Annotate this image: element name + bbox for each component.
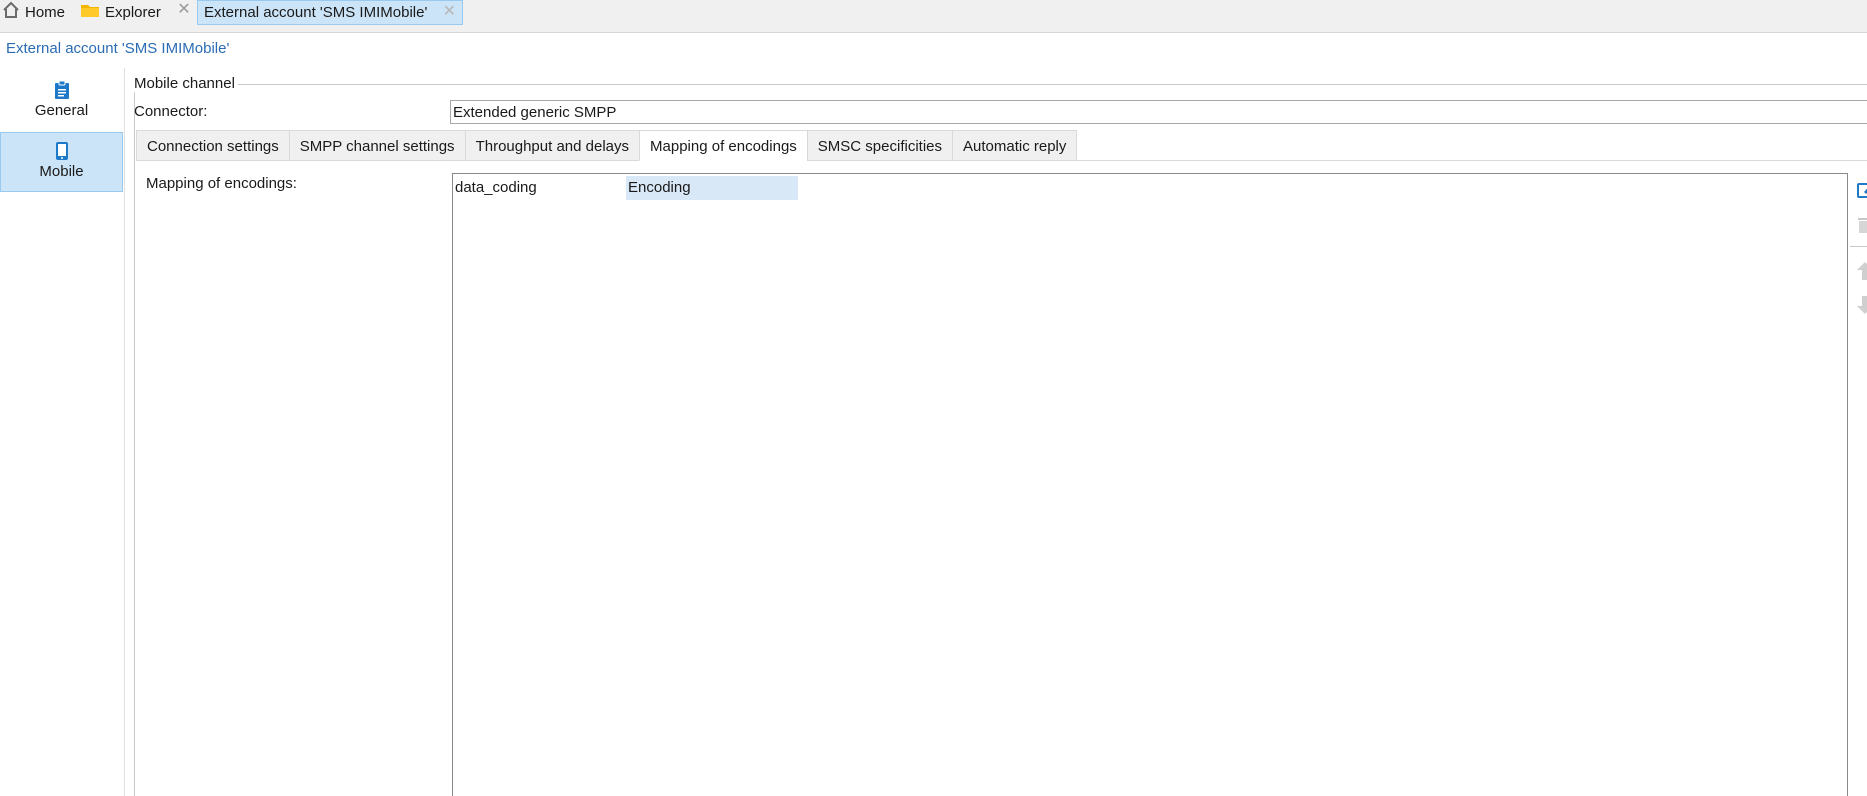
- tab-throughput-and-delays[interactable]: Throughput and delays: [464, 130, 640, 161]
- breadcrumb[interactable]: External account 'SMS IMIMobile': [6, 40, 229, 57]
- tab-mapping-of-encodings[interactable]: Mapping of encodings: [639, 130, 807, 161]
- group-title: Mobile channel: [134, 75, 238, 92]
- group-border: [236, 84, 1867, 85]
- mapping-label: Mapping of encodings:: [146, 175, 297, 192]
- tab-home-label: Home: [25, 4, 66, 21]
- left-nav: General Mobile: [0, 68, 125, 796]
- close-icon[interactable]: ✕: [443, 1, 456, 23]
- mapping-list[interactable]: data_coding Encoding: [452, 173, 1848, 796]
- close-icon[interactable]: ✕: [176, 0, 192, 22]
- tab-home[interactable]: Home: [2, 0, 65, 26]
- folder-icon: [80, 1, 100, 26]
- nav-item-general[interactable]: General: [0, 72, 123, 132]
- tab-explorer-label: Explorer: [105, 4, 161, 21]
- mobile-phone-icon: [53, 141, 71, 161]
- tab-connection-settings[interactable]: Connection settings: [136, 130, 289, 161]
- connector-label: Connector:: [134, 103, 208, 120]
- column-header-data-coding[interactable]: data_coding: [455, 176, 625, 200]
- column-header-encoding[interactable]: Encoding: [626, 176, 798, 200]
- toolbar-separator: [1850, 246, 1867, 247]
- nav-item-mobile[interactable]: Mobile: [0, 132, 123, 192]
- tab-automatic-reply[interactable]: Automatic reply: [952, 130, 1078, 161]
- nav-item-mobile-label: Mobile: [39, 163, 84, 180]
- delete-icon[interactable]: [1856, 214, 1867, 236]
- tab-explorer[interactable]: Explorer: [80, 0, 161, 26]
- top-tab-bar: Home Explorer ✕ External account 'SMS IM…: [0, 0, 1867, 33]
- move-down-icon[interactable]: [1856, 294, 1867, 316]
- tab-active-label: External account 'SMS IMIMobile': [204, 3, 428, 21]
- settings-tabs: Connection settings SMPP channel setting…: [136, 130, 1078, 161]
- move-up-icon[interactable]: [1856, 260, 1867, 282]
- tab-external-account[interactable]: External account 'SMS IMIMobile' ✕: [197, 0, 463, 25]
- tab-smpp-channel-settings[interactable]: SMPP channel settings: [288, 130, 465, 161]
- home-icon: [2, 1, 20, 26]
- tab-smsc-specificities[interactable]: SMSC specificities: [806, 130, 952, 161]
- connector-select[interactable]: Extended generic SMPP: [450, 100, 1867, 124]
- nav-item-general-label: General: [34, 102, 89, 119]
- clipboard-icon: [53, 80, 71, 100]
- group-border: [134, 84, 135, 796]
- edit-icon[interactable]: [1856, 180, 1867, 200]
